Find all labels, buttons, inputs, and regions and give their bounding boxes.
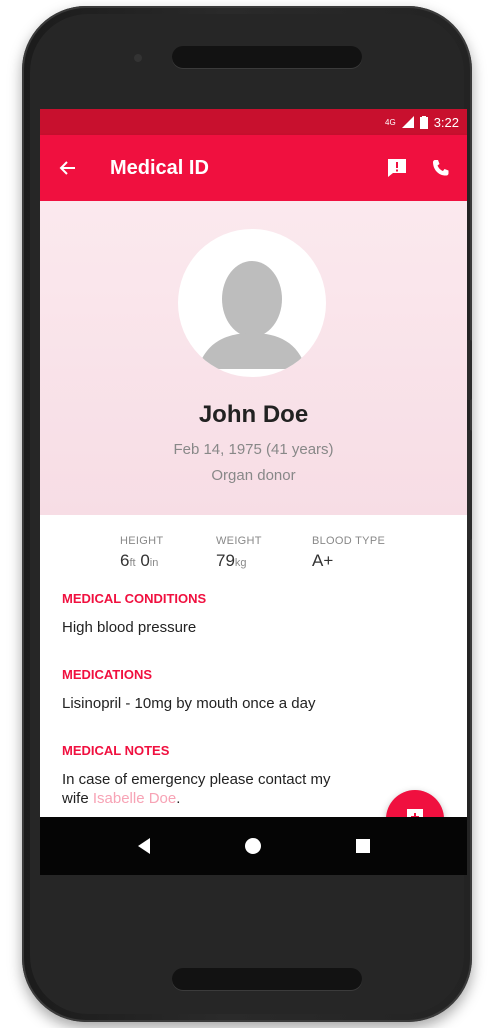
status-time: 3:22 — [433, 114, 459, 130]
inches-unit: in — [149, 557, 159, 569]
navigation-bar — [40, 817, 467, 875]
weight-stat: WEIGHT 79kg — [216, 535, 312, 571]
medical-conditions-title: MEDICAL CONDITIONS — [62, 591, 207, 606]
medical-notes-text: In case of emergency please contact my w… — [62, 770, 352, 808]
vital-stats: HEIGHT 6ft 0in WEIGHT 79kg BLOOD TYPE A+ — [40, 515, 467, 571]
weight-unit: kg — [234, 557, 247, 569]
alert-icon — [388, 159, 406, 177]
front-camera — [134, 54, 142, 62]
recents-icon[interactable] — [355, 838, 371, 854]
status-bar: 4G 3:22 — [40, 109, 467, 135]
avatar — [178, 229, 326, 377]
height-inches: 0 — [140, 551, 150, 570]
weight-label: WEIGHT — [216, 535, 262, 547]
app-bar: Medical ID — [40, 135, 467, 201]
medications-title: MEDICATIONS — [62, 667, 153, 682]
medical-notes-title: MEDICAL NOTES — [62, 743, 170, 758]
network-label: 4G — [385, 117, 396, 127]
blood-type-value: A+ — [312, 551, 334, 570]
contact-link[interactable]: Isabelle Doe — [93, 790, 176, 807]
call-button[interactable] — [427, 154, 455, 182]
phone-icon — [433, 160, 449, 176]
medical-conditions-text: High blood pressure — [62, 619, 197, 636]
weight-value: 79kg — [216, 551, 312, 571]
blood-type-label: BLOOD TYPE — [312, 535, 386, 547]
blood-type-stat: BLOOD TYPE A+ — [312, 535, 408, 571]
home-icon[interactable] — [244, 837, 262, 855]
profile-header: John Doe Feb 14, 1975 (41 years) Organ d… — [40, 201, 467, 515]
top-speaker — [172, 46, 362, 68]
medical-conditions-section: MEDICAL CONDITIONS High blood pressure — [40, 591, 467, 637]
birthdate: Feb 14, 1975 (41 years) — [173, 441, 334, 458]
weight-number: 79 — [216, 551, 235, 570]
arrow-back-icon[interactable] — [58, 159, 76, 177]
back-icon[interactable] — [136, 837, 152, 855]
donor-status: Organ donor — [211, 467, 296, 484]
screen: 4G 3:22 Medical ID John Doe Feb 14, 1975… — [40, 109, 467, 875]
bottom-speaker — [172, 968, 362, 990]
patient-name: John Doe — [198, 401, 309, 428]
height-value: 6ft 0in — [120, 551, 216, 571]
signal-icon — [401, 116, 414, 128]
medications-text: Lisinopril - 10mg by mouth once a day — [62, 695, 316, 712]
person-silhouette-icon — [198, 261, 306, 369]
battery-icon — [419, 115, 428, 129]
notes-suffix: . — [176, 790, 181, 807]
height-label: HEIGHT — [120, 535, 164, 547]
height-stat: HEIGHT 6ft 0in — [120, 535, 216, 571]
medications-section: MEDICATIONS Lisinopril - 10mg by mouth o… — [40, 667, 467, 713]
feet-unit: ft — [129, 557, 136, 569]
alert-button[interactable] — [383, 154, 411, 182]
page-title: Medical ID — [110, 156, 209, 179]
